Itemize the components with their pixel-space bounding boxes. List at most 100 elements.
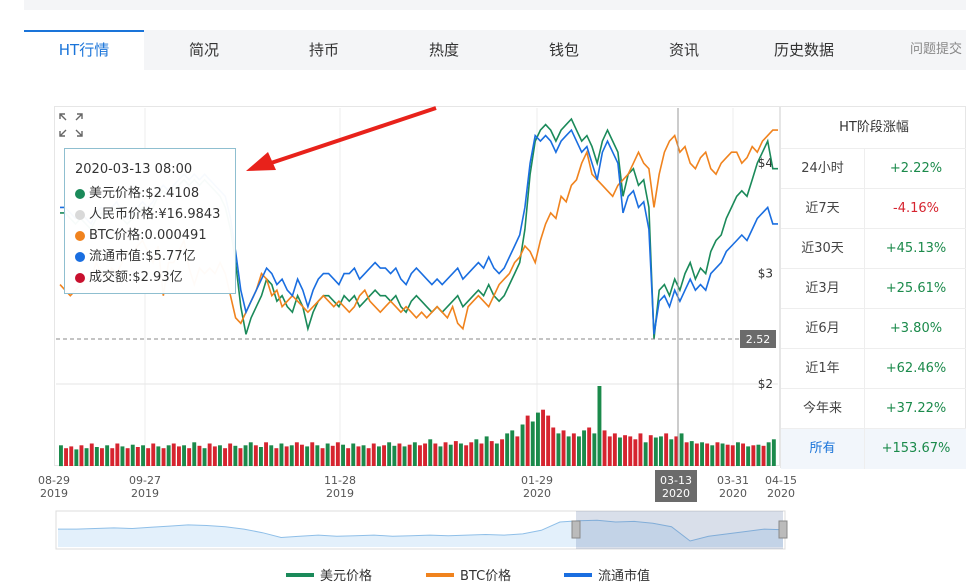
period-label: 近30天 xyxy=(781,229,865,269)
volume-bar xyxy=(638,433,643,466)
volume-bar xyxy=(684,442,689,466)
volume-bar xyxy=(115,443,120,466)
volume-bar xyxy=(607,436,612,466)
volume-bar xyxy=(264,442,268,466)
volume-bar xyxy=(520,424,525,466)
table-row[interactable]: 近6月 +3.80% xyxy=(781,309,966,349)
legend-label: 流通市值 xyxy=(598,569,651,584)
period-change: -4.16% xyxy=(893,201,939,216)
volume-bar xyxy=(694,443,699,466)
volume-bar xyxy=(602,430,607,466)
volume-bar xyxy=(233,445,238,466)
legend-label: 美元价格 xyxy=(320,569,373,584)
tooltip-volume: 成交额:$2.93亿 xyxy=(89,270,183,285)
table-row[interactable]: 24小时 +2.22% xyxy=(781,149,966,189)
volume-bar xyxy=(74,449,79,466)
volume-bar xyxy=(505,433,510,466)
table-row[interactable]: 今年来 +37.22% xyxy=(781,389,966,429)
volume-bar xyxy=(300,444,304,466)
volume-bar xyxy=(94,447,99,466)
period-label: 近7天 xyxy=(781,189,865,229)
volume-bar xyxy=(679,433,684,466)
x-tick-year: 2020 xyxy=(523,487,551,500)
volume-bar xyxy=(320,448,325,466)
volume-bar xyxy=(705,443,710,466)
volume-bar xyxy=(510,430,515,466)
table-row[interactable]: 近7天 -4.16% xyxy=(781,189,966,229)
volume-bar xyxy=(207,443,212,466)
volume-bar xyxy=(525,415,530,466)
legend-marketcap[interactable]: 流通市值 xyxy=(564,565,650,584)
volume-bar xyxy=(377,446,381,466)
x-tick-year: 2019 xyxy=(131,487,159,500)
volume-bar xyxy=(325,443,330,466)
volume-bar xyxy=(187,448,192,466)
volume-bar xyxy=(130,444,135,466)
table-row[interactable]: 近3月 +25.61% xyxy=(781,269,966,309)
volume-bar xyxy=(771,439,776,466)
volume-bar xyxy=(284,446,289,466)
x-tick-label: 08-29 xyxy=(38,474,70,487)
volume-bar xyxy=(69,446,74,466)
volume-bar xyxy=(151,443,156,466)
volume-bar xyxy=(556,433,561,466)
volume-bar xyxy=(592,433,597,466)
table-row[interactable]: 近30天 +45.13% xyxy=(781,229,966,269)
period-change: +153.67% xyxy=(881,441,951,456)
period-change: +62.46% xyxy=(885,361,947,376)
tooltip-btc-price: BTC价格:0.000491 xyxy=(89,228,207,243)
volume-bar xyxy=(730,445,735,467)
volume-bar xyxy=(382,445,386,467)
volume-bar xyxy=(643,442,648,466)
volume-bar xyxy=(371,443,376,466)
volume-bar xyxy=(202,448,207,466)
volume-bar xyxy=(402,446,407,466)
cny-dot-icon xyxy=(75,209,85,220)
volume-bar xyxy=(453,441,458,466)
volume-bar xyxy=(392,445,397,466)
volume-bar xyxy=(356,446,361,466)
period-change: +2.22% xyxy=(889,161,943,176)
volume-bar xyxy=(79,445,84,467)
volume-bar xyxy=(238,448,243,466)
volume-bar xyxy=(443,442,448,466)
volume-bar xyxy=(428,439,433,466)
volume-bar xyxy=(720,443,725,466)
volume-bar xyxy=(146,448,151,466)
tooltip-market-cap: 流通市值:$5.77亿 xyxy=(89,249,196,264)
period-label: 24小时 xyxy=(781,149,865,189)
volume-bar xyxy=(566,436,571,466)
tooltip-row: BTC价格:0.000491 xyxy=(75,225,225,246)
table-row[interactable]: 近1年 +62.46% xyxy=(781,349,966,389)
volume-bar xyxy=(218,445,222,467)
navigator-handle-left xyxy=(571,520,581,539)
legend-btc[interactable]: BTC价格 xyxy=(426,565,511,584)
annotation-arrow-head xyxy=(246,152,276,171)
volume-bar xyxy=(494,443,499,466)
volume-bar xyxy=(515,436,520,466)
volume-bar xyxy=(279,443,284,466)
period-change: +25.61% xyxy=(885,281,947,296)
volume-dot-icon xyxy=(75,272,85,283)
volume-bar xyxy=(361,445,366,467)
x-tick-year: 2020 xyxy=(719,487,747,500)
legend-label: BTC价格 xyxy=(460,569,512,584)
volume-bar xyxy=(689,441,694,466)
volume-bar xyxy=(397,443,402,466)
fullscreen-icon[interactable] xyxy=(58,112,84,138)
period-label: 今年来 xyxy=(781,389,865,429)
table-row-active[interactable]: 所有 +153.67% xyxy=(781,429,966,469)
volume-bar xyxy=(464,445,469,467)
volume-bar xyxy=(587,427,592,466)
volume-bar xyxy=(212,446,217,466)
volume-bar xyxy=(536,412,540,466)
volume-bar xyxy=(561,430,566,466)
legend-usd[interactable]: 美元价格 xyxy=(286,565,372,584)
volume-bar xyxy=(135,447,140,466)
volume-bar xyxy=(741,443,745,466)
volume-bar xyxy=(341,444,345,466)
volume-bar xyxy=(736,442,740,466)
volume-bar xyxy=(269,445,274,467)
volume-bar xyxy=(243,445,248,467)
navigator-handle-right xyxy=(778,520,788,539)
